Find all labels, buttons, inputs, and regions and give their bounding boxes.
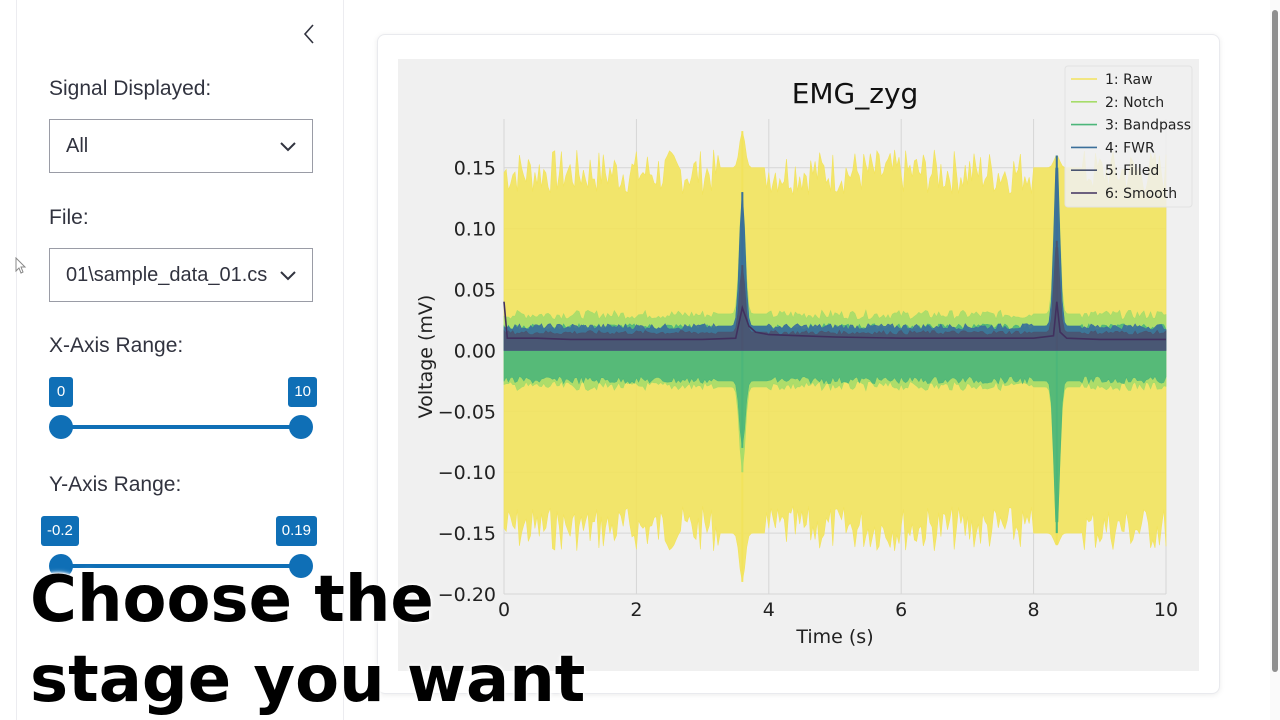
legend-label: 5: Filled (1105, 163, 1159, 179)
file-select[interactable]: 01\sample_data_01.cs (49, 248, 313, 302)
y-tick-label: 0.10 (454, 219, 496, 241)
y-range-max-value: 0.19 (275, 516, 317, 546)
slider-track[interactable] (61, 564, 301, 568)
y-range-max-handle[interactable] (289, 554, 313, 578)
x-range-min-handle[interactable] (49, 415, 73, 439)
slider-track[interactable] (61, 425, 301, 429)
x-axis-range-slider[interactable]: 0 10 (49, 377, 317, 447)
file-value: 01\sample_data_01.cs (66, 263, 268, 286)
y-tick-label: −0.10 (438, 462, 496, 484)
mouse-cursor-icon (15, 257, 27, 274)
signal-displayed-select[interactable]: All (49, 119, 313, 173)
emg-chart: EMG_zyg 0 2 4 6 8 10 0.15 0.10 0.05 0.00 −0.05 −0.10… (415, 65, 1193, 648)
x-tick-label: 0 (498, 599, 510, 621)
chart-container: EMG_zyg 0 2 4 6 8 10 0.15 0.10 0.05 0.00 −0.05 −0.10… (398, 59, 1199, 671)
y-tick-label: −0.20 (438, 584, 496, 606)
collapse-sidebar-button[interactable] (295, 20, 323, 48)
chevron-down-icon (280, 142, 296, 152)
signal-displayed-label: Signal Displayed: (49, 77, 212, 100)
x-tick-label: 10 (1154, 599, 1178, 621)
legend-label: 6: Smooth (1105, 186, 1177, 202)
x-range-max-value: 10 (288, 377, 317, 407)
legend-label: 3: Bandpass (1105, 118, 1191, 134)
y-axis-range-label: Y-Axis Range: (49, 473, 182, 496)
chevron-left-icon (303, 24, 314, 44)
chart-title: EMG_zyg (792, 77, 919, 110)
y-range-min-handle[interactable] (49, 554, 73, 578)
y-tick-label: 0.05 (454, 280, 496, 302)
x-tick-label: 6 (895, 599, 907, 621)
x-tick-label: 8 (1028, 599, 1040, 621)
scrollbar-thumb[interactable] (1272, 10, 1278, 672)
sidebar: Signal Displayed: All File: 01\sample_da… (16, 0, 344, 720)
y-tick-label: 0.15 (454, 158, 496, 180)
x-range-min-value: 0 (49, 377, 73, 407)
y-axis-label: Voltage (mV) (415, 295, 437, 419)
page-scrollbar[interactable] (1270, 0, 1280, 720)
x-range-max-handle[interactable] (289, 415, 313, 439)
legend-label: 2: Notch (1105, 95, 1164, 111)
y-tick-label: −0.15 (438, 523, 496, 545)
file-label: File: (49, 206, 89, 229)
x-axis-range-label: X-Axis Range: (49, 334, 184, 357)
y-range-min-value: -0.2 (41, 516, 79, 546)
legend-label: 1: Raw (1105, 72, 1153, 88)
chevron-down-icon (280, 271, 296, 281)
legend-label: 4: FWR (1105, 140, 1155, 156)
y-axis-range-slider[interactable]: -0.2 0.19 (41, 516, 317, 586)
signal-displayed-value: All (66, 134, 89, 157)
y-tick-label: −0.05 (438, 401, 496, 423)
x-axis-label: Time (s) (795, 626, 873, 648)
y-tick-label: 0.00 (454, 340, 496, 362)
x-tick-label: 2 (630, 599, 642, 621)
x-tick-label: 4 (763, 599, 775, 621)
